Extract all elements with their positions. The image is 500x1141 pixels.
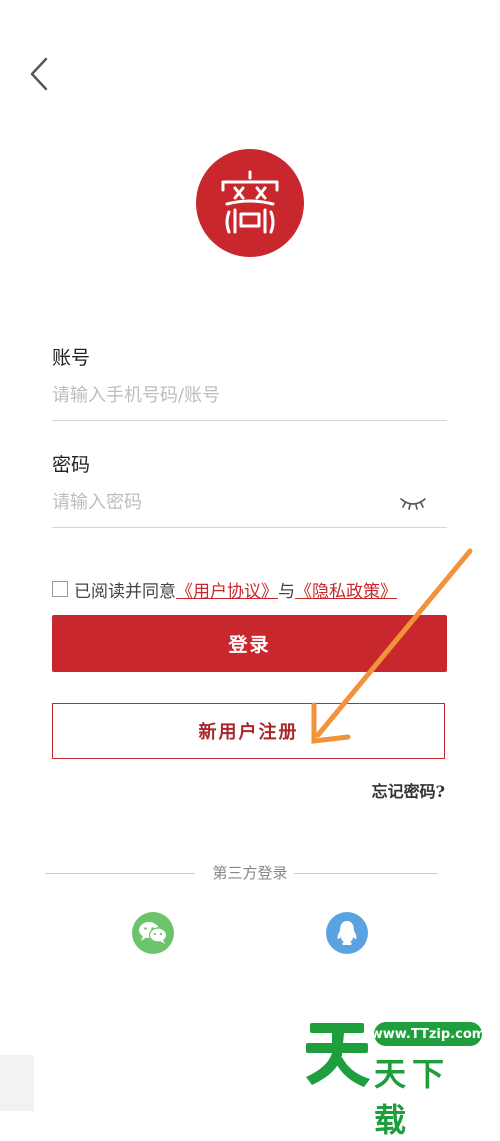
account-field bbox=[52, 372, 447, 421]
password-visibility-toggle[interactable] bbox=[399, 491, 427, 513]
annotation-arrow bbox=[311, 548, 473, 744]
user-agreement-link[interactable]: 《用户协议》 bbox=[176, 577, 278, 602]
watermark-logo bbox=[306, 1023, 370, 1087]
corner-strip bbox=[0, 1055, 34, 1111]
app-logo bbox=[196, 149, 304, 257]
watermark: www.TTzip.com 天下载 bbox=[302, 1015, 485, 1139]
agreement-conjunction: 与 bbox=[278, 581, 295, 602]
eye-closed-icon bbox=[400, 498, 426, 510]
back-button[interactable] bbox=[26, 54, 56, 94]
password-input[interactable] bbox=[52, 479, 382, 525]
account-label: 账号 bbox=[52, 347, 91, 369]
agreement-prefix: 已阅读并同意 bbox=[74, 581, 176, 602]
watermark-url: www.TTzip.com bbox=[371, 1022, 485, 1046]
wechat-icon bbox=[139, 922, 168, 944]
account-input[interactable] bbox=[52, 372, 382, 418]
qq-icon bbox=[337, 921, 357, 945]
forgot-password-link[interactable]: 忘记密码? bbox=[372, 778, 445, 802]
agreement-checkbox[interactable] bbox=[52, 581, 68, 597]
seal-logo-icon bbox=[221, 170, 279, 234]
watermark-name: 天下载 bbox=[374, 1055, 451, 1139]
qq-login-button[interactable] bbox=[326, 912, 368, 954]
third-party-title: 第三方登录 bbox=[0, 862, 500, 883]
password-label: 密码 bbox=[52, 454, 91, 476]
chevron-left-icon bbox=[30, 57, 48, 91]
wechat-login-button[interactable] bbox=[132, 912, 174, 954]
password-field bbox=[52, 479, 447, 528]
